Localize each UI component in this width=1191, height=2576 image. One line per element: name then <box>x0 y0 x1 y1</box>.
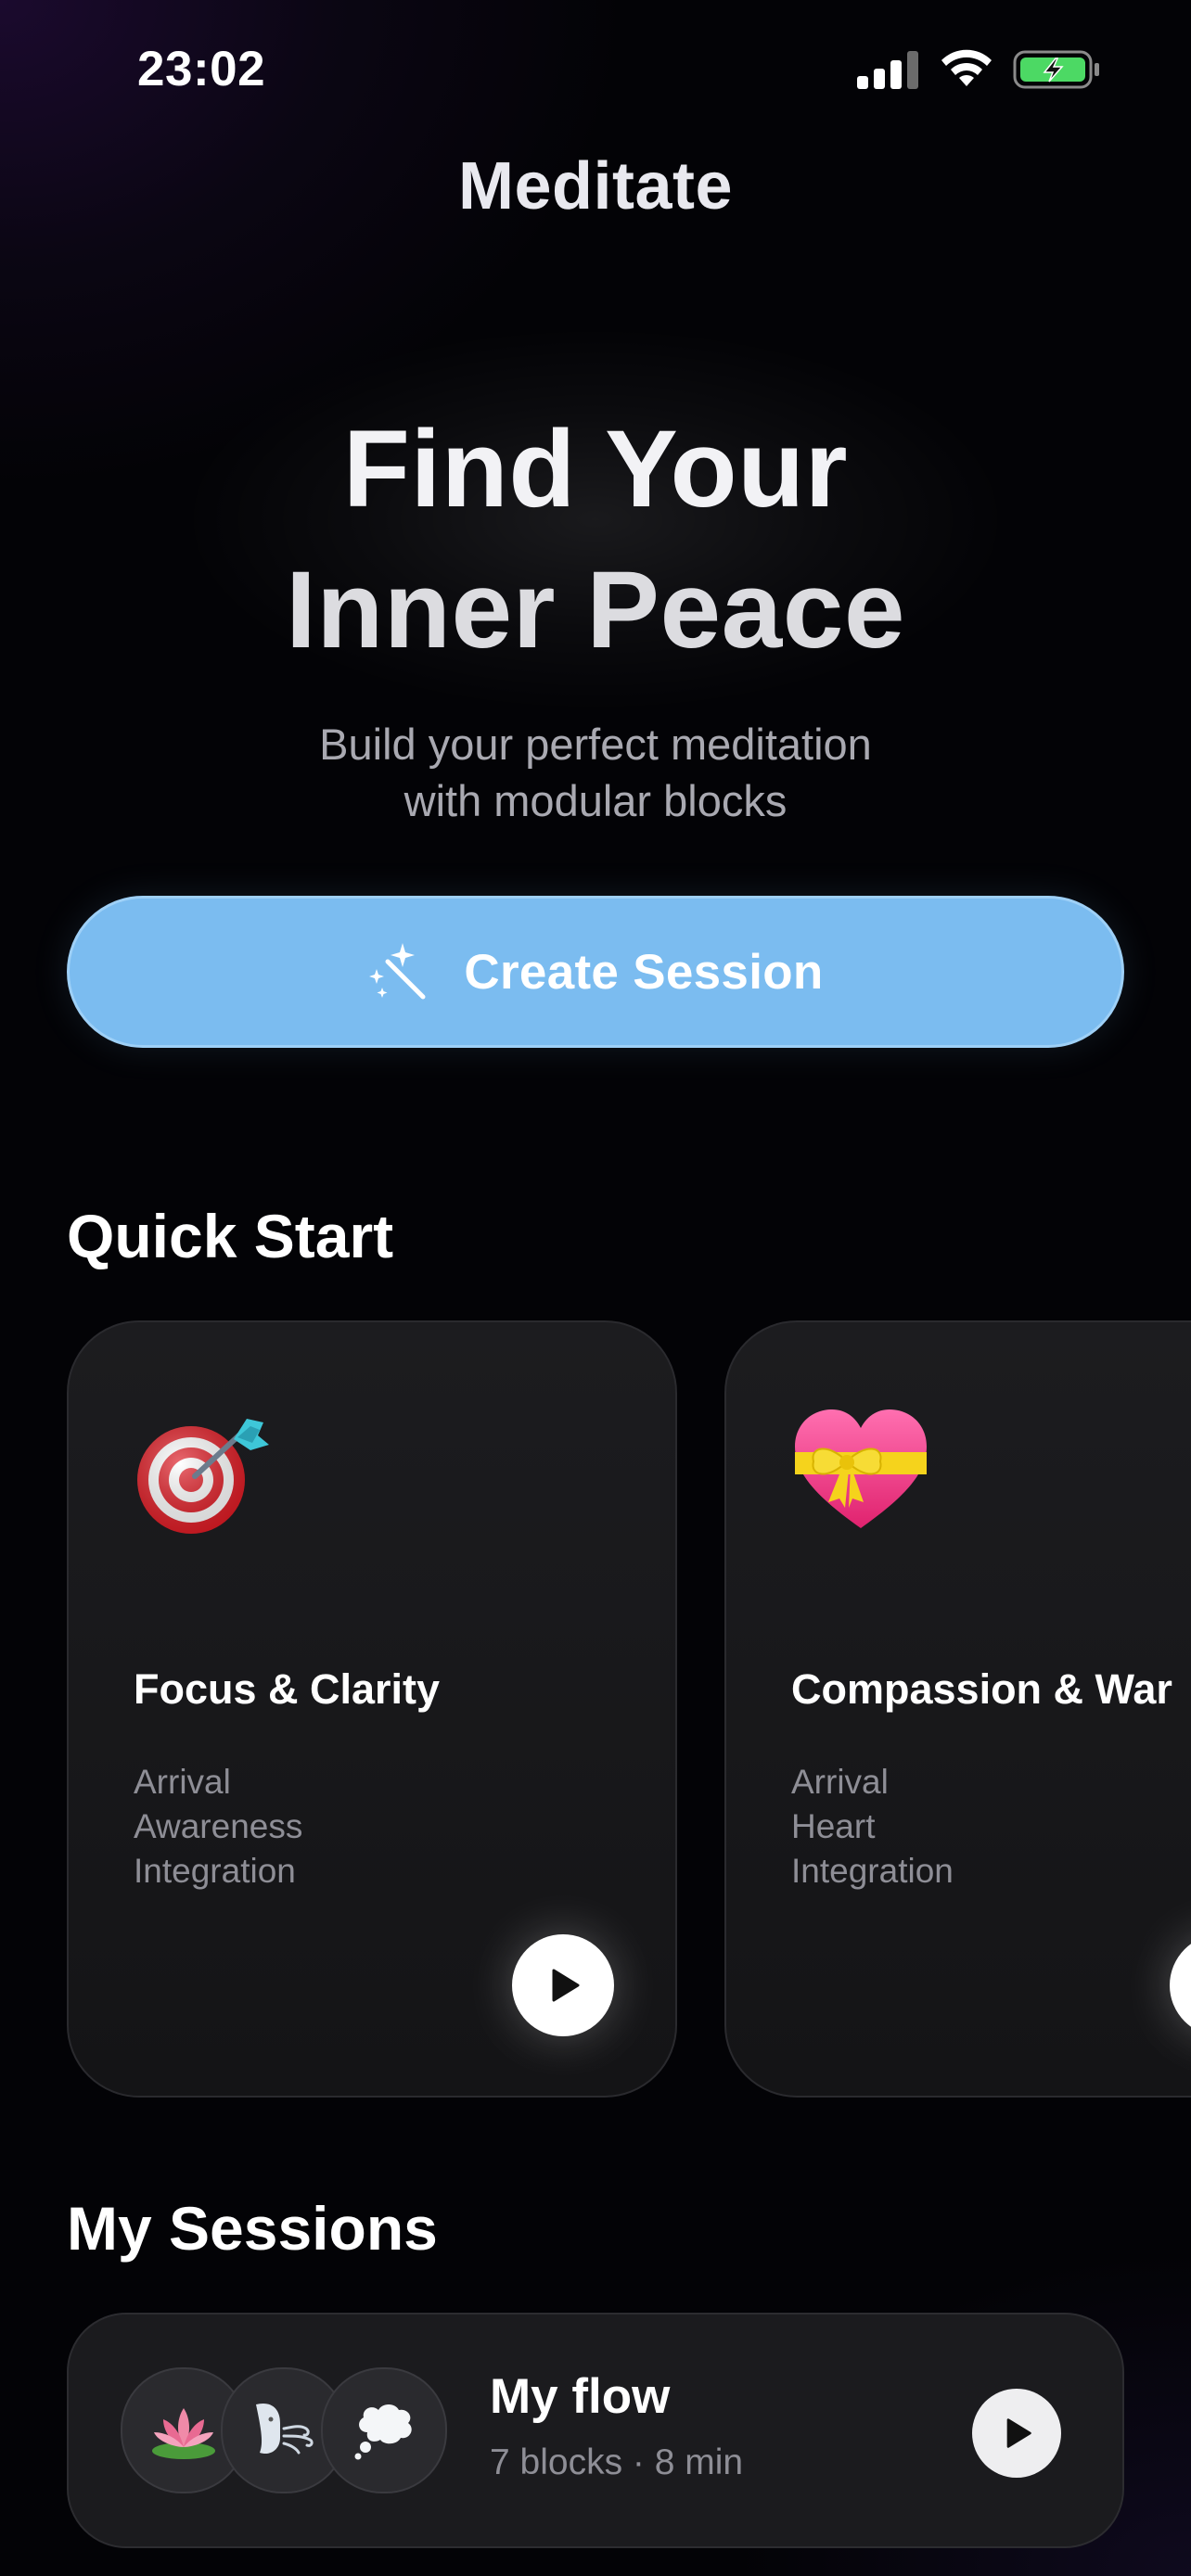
thought-balloon-icon <box>354 2404 412 2460</box>
quick-start-card-focus[interactable]: Focus & Clarity Arrival Awareness Integr… <box>67 1320 677 2098</box>
card-block-item: Awareness <box>134 1807 303 1845</box>
wind-face-icon <box>256 2403 314 2455</box>
hero-title: Find Your Inner Peace <box>0 399 1191 681</box>
status-time: 23:02 <box>137 42 266 96</box>
card-block-item: Heart <box>791 1807 876 1845</box>
wifi-icon <box>941 49 992 86</box>
hero-title-line1: Find Your <box>342 408 849 530</box>
card-title: Focus & Clarity <box>134 1665 441 1713</box>
quick-start-title: Quick Start <box>67 1202 394 1270</box>
session-play-button[interactable] <box>972 2389 1061 2478</box>
card-title: Compassion & War <box>791 1665 1172 1713</box>
session-meta: 7 blocks · 8 min <box>490 2442 744 2482</box>
card-block-item: Arrival <box>791 1763 889 1801</box>
status-icons <box>857 48 1102 91</box>
session-block-icons <box>121 2367 455 2493</box>
create-session-button[interactable]: Create Session <box>67 896 1124 1048</box>
quick-start-card-compassion[interactable]: Compassion & War Arrival Heart Integrati… <box>724 1320 1191 2098</box>
magic-wand-icon <box>369 943 426 1000</box>
hero-subtitle-line2: with modular blocks <box>403 776 788 825</box>
battery-charging-icon <box>1013 50 1099 89</box>
quick-start-carousel[interactable]: Focus & Clarity Arrival Awareness Integr… <box>0 1320 1191 2099</box>
heart-with-ribbon-icon <box>795 1409 927 1528</box>
card-block-item: Integration <box>791 1852 954 1890</box>
play-button[interactable] <box>512 1934 614 2036</box>
card-block-list: Arrival Heart Integration <box>791 1760 954 1894</box>
create-session-label: Create Session <box>464 944 824 1000</box>
status-bar: 23:02 <box>0 0 1191 139</box>
session-name: My flow <box>490 2369 671 2424</box>
card-block-item: Arrival <box>134 1763 231 1801</box>
play-button[interactable] <box>1170 1934 1191 2036</box>
card-block-item: Integration <box>134 1852 296 1890</box>
play-icon <box>552 1969 580 2002</box>
session-item[interactable]: My flow 7 blocks · 8 min <box>67 2313 1124 2548</box>
hero-subtitle-line1: Build your perfect meditation <box>319 720 872 769</box>
cellular-signal-icon <box>857 51 918 89</box>
app-title: Meditate <box>457 149 734 223</box>
play-icon <box>1006 2418 1031 2448</box>
my-sessions-title: My Sessions <box>67 2194 438 2263</box>
direct-hit-icon <box>137 1419 269 1534</box>
hero-subtitle: Build your perfect meditation with modul… <box>0 716 1191 829</box>
hero-title-line2: Inner Peace <box>286 549 905 671</box>
card-block-list: Arrival Awareness Integration <box>134 1760 302 1894</box>
block-avatar <box>321 2367 447 2493</box>
lotus-icon <box>152 2408 215 2459</box>
